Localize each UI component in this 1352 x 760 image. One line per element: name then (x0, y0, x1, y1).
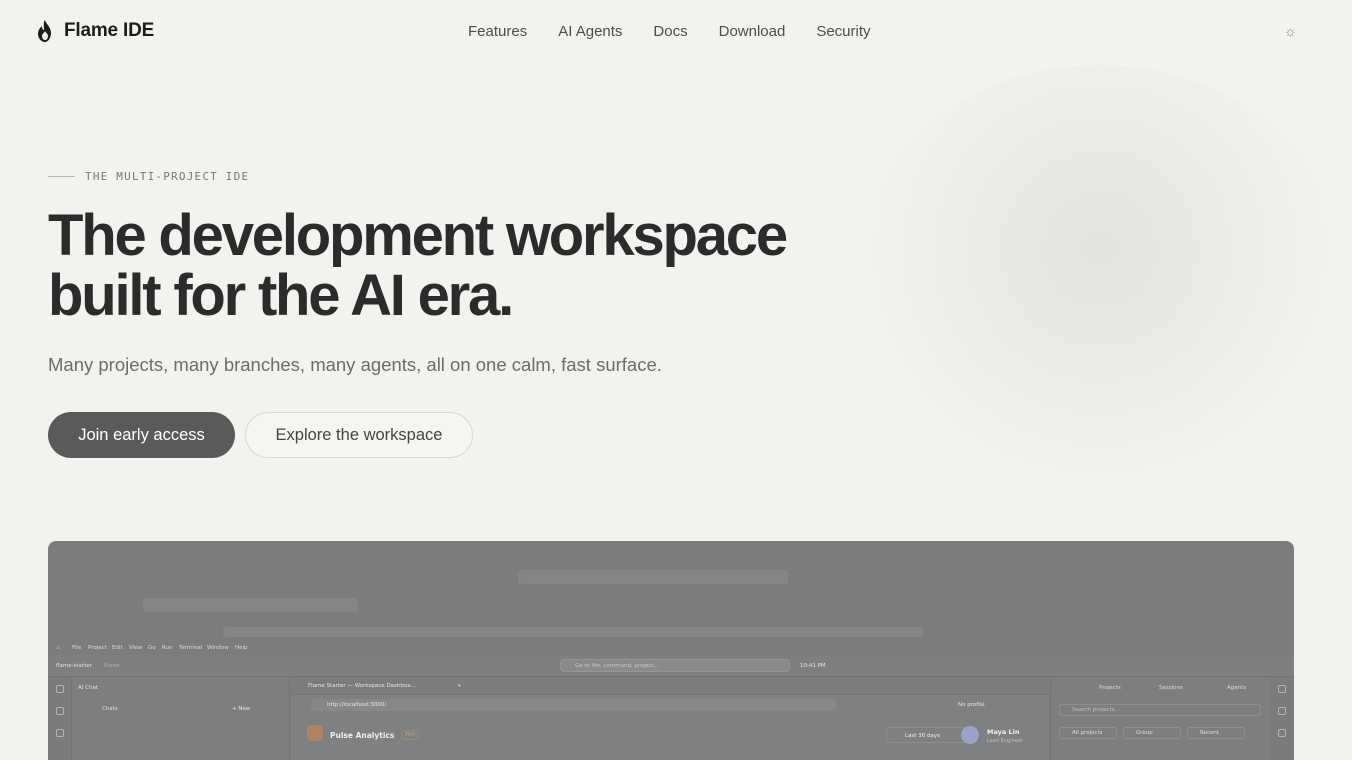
project-badge: flame (104, 663, 120, 669)
ghost-tab (143, 598, 358, 612)
pulse-logo-icon (307, 725, 323, 741)
main-nav: Features AI Agents Docs Download Securit… (468, 23, 871, 40)
editor-tab-bar: Flame Starter — Workspace Dashboa... + (291, 677, 1049, 695)
editor-tab-title[interactable]: Flame Starter — Workspace Dashboa... (308, 683, 416, 689)
projects-panel: Projects Sessions Agents Search projects… (1050, 677, 1270, 760)
ide-flame-icon: ♨ (56, 645, 61, 651)
user-role: Lead Engineer (987, 738, 1023, 744)
no-profile-dropdown[interactable]: No profile (958, 702, 985, 708)
chats-dropdown[interactable]: Chats (102, 706, 118, 712)
menu-edit[interactable]: Edit (112, 645, 123, 651)
filter-group-label: Group (1136, 730, 1153, 736)
join-early-access-button[interactable]: Join early access (48, 412, 235, 458)
menu-window[interactable]: Window (207, 645, 229, 651)
ai-chat-title: AI Chat (78, 685, 98, 691)
new-chat-button[interactable]: + New (232, 706, 250, 712)
app-title: Pulse Analytics (330, 731, 395, 740)
nav-download[interactable]: Download (719, 23, 786, 40)
project-name[interactable]: flame-starter (56, 663, 92, 669)
filter-all-projects-label: All projects (1072, 730, 1103, 736)
search-projects-placeholder: Search projects... (1072, 707, 1120, 713)
filter-group[interactable]: Group (1123, 727, 1181, 739)
hero-eyebrow: THE MULTI-PROJECT IDE (48, 170, 249, 183)
brand-logo[interactable]: Flame IDE (36, 20, 154, 42)
tab-sessions[interactable]: Sessions (1159, 685, 1183, 691)
document-icon[interactable] (56, 729, 64, 737)
tab-agents[interactable]: Agents (1227, 685, 1246, 691)
menu-help[interactable]: Help (235, 645, 248, 651)
menu-terminal[interactable]: Terminal (179, 645, 202, 651)
user-name: Maya Lin (987, 728, 1020, 736)
background-glow (855, 65, 1345, 475)
browser-preview-pane: Flame Starter — Workspace Dashboa... + h… (291, 677, 1291, 760)
ai-chat-panel: AI Chat Chats + New (72, 677, 290, 760)
hero-title: The development workspace built for the … (48, 206, 848, 326)
menu-go[interactable]: Go (148, 645, 156, 651)
top-nav-bar: Flame IDE Features AI Agents Docs Downlo… (0, 0, 1352, 64)
nav-security[interactable]: Security (816, 23, 870, 40)
plugin-icon[interactable] (1278, 729, 1286, 737)
date-range-picker[interactable]: Last 30 days (886, 727, 968, 743)
command-placeholder: Go to file, command, project... (575, 663, 659, 669)
menu-run[interactable]: Run (162, 645, 173, 651)
layout-icon[interactable] (1278, 685, 1286, 693)
search-icon[interactable] (56, 685, 64, 693)
search-projects-input[interactable]: Search projects... (1059, 704, 1261, 716)
files-icon[interactable] (56, 707, 64, 715)
hero-title-line-1: The development workspace (48, 203, 788, 268)
eyebrow-text: THE MULTI-PROJECT IDE (85, 170, 250, 183)
workspace-preview: ♨ File Project Edit View Go Run Terminal… (48, 541, 1294, 760)
nav-docs[interactable]: Docs (653, 23, 687, 40)
brand-name: Flame IDE (64, 20, 155, 41)
eyebrow-divider (48, 176, 75, 177)
hero-title-line-2: built for the AI era. (48, 263, 514, 328)
url-text: http://localhost:3000/ (327, 702, 387, 708)
url-bar[interactable]: http://localhost:3000/ (311, 699, 836, 711)
nav-features[interactable]: Features (468, 23, 527, 40)
nav-ai-agents[interactable]: AI Agents (558, 23, 622, 40)
menu-project[interactable]: Project (88, 645, 107, 651)
menu-file[interactable]: File (72, 645, 81, 651)
clock: 10:41 PM (800, 663, 826, 669)
flame-icon (38, 20, 51, 42)
ghost-command-bar (518, 570, 788, 584)
ghost-url-bar (223, 627, 923, 637)
filter-recent[interactable]: Recent (1187, 727, 1245, 739)
filter-all-projects[interactable]: All projects (1059, 727, 1117, 739)
explore-workspace-button[interactable]: Explore the workspace (245, 412, 473, 458)
command-palette-input[interactable]: Go to file, command, project... (560, 659, 790, 672)
pro-badge: PRO (401, 730, 420, 740)
date-range-text: Last 30 days (905, 733, 940, 739)
ide-right-rail (1270, 677, 1294, 760)
ide-toolbar: flame-starter flame Go to file, command,… (48, 655, 1294, 677)
tab-projects[interactable]: Projects (1099, 685, 1121, 691)
history-icon[interactable] (1278, 707, 1286, 715)
ide-screenshot: ♨ File Project Edit View Go Run Terminal… (48, 641, 1294, 760)
hero-subtitle: Many projects, many branches, many agent… (48, 354, 662, 375)
ide-left-rail (48, 677, 72, 760)
new-tab-icon[interactable]: + (457, 683, 462, 689)
filter-recent-label: Recent (1200, 730, 1220, 736)
menu-view[interactable]: View (129, 645, 142, 651)
avatar[interactable] (961, 726, 979, 744)
theme-toggle-sun-icon[interactable]: ☼ (1284, 23, 1297, 39)
ide-menubar: ♨ File Project Edit View Go Run Terminal… (48, 641, 1294, 655)
